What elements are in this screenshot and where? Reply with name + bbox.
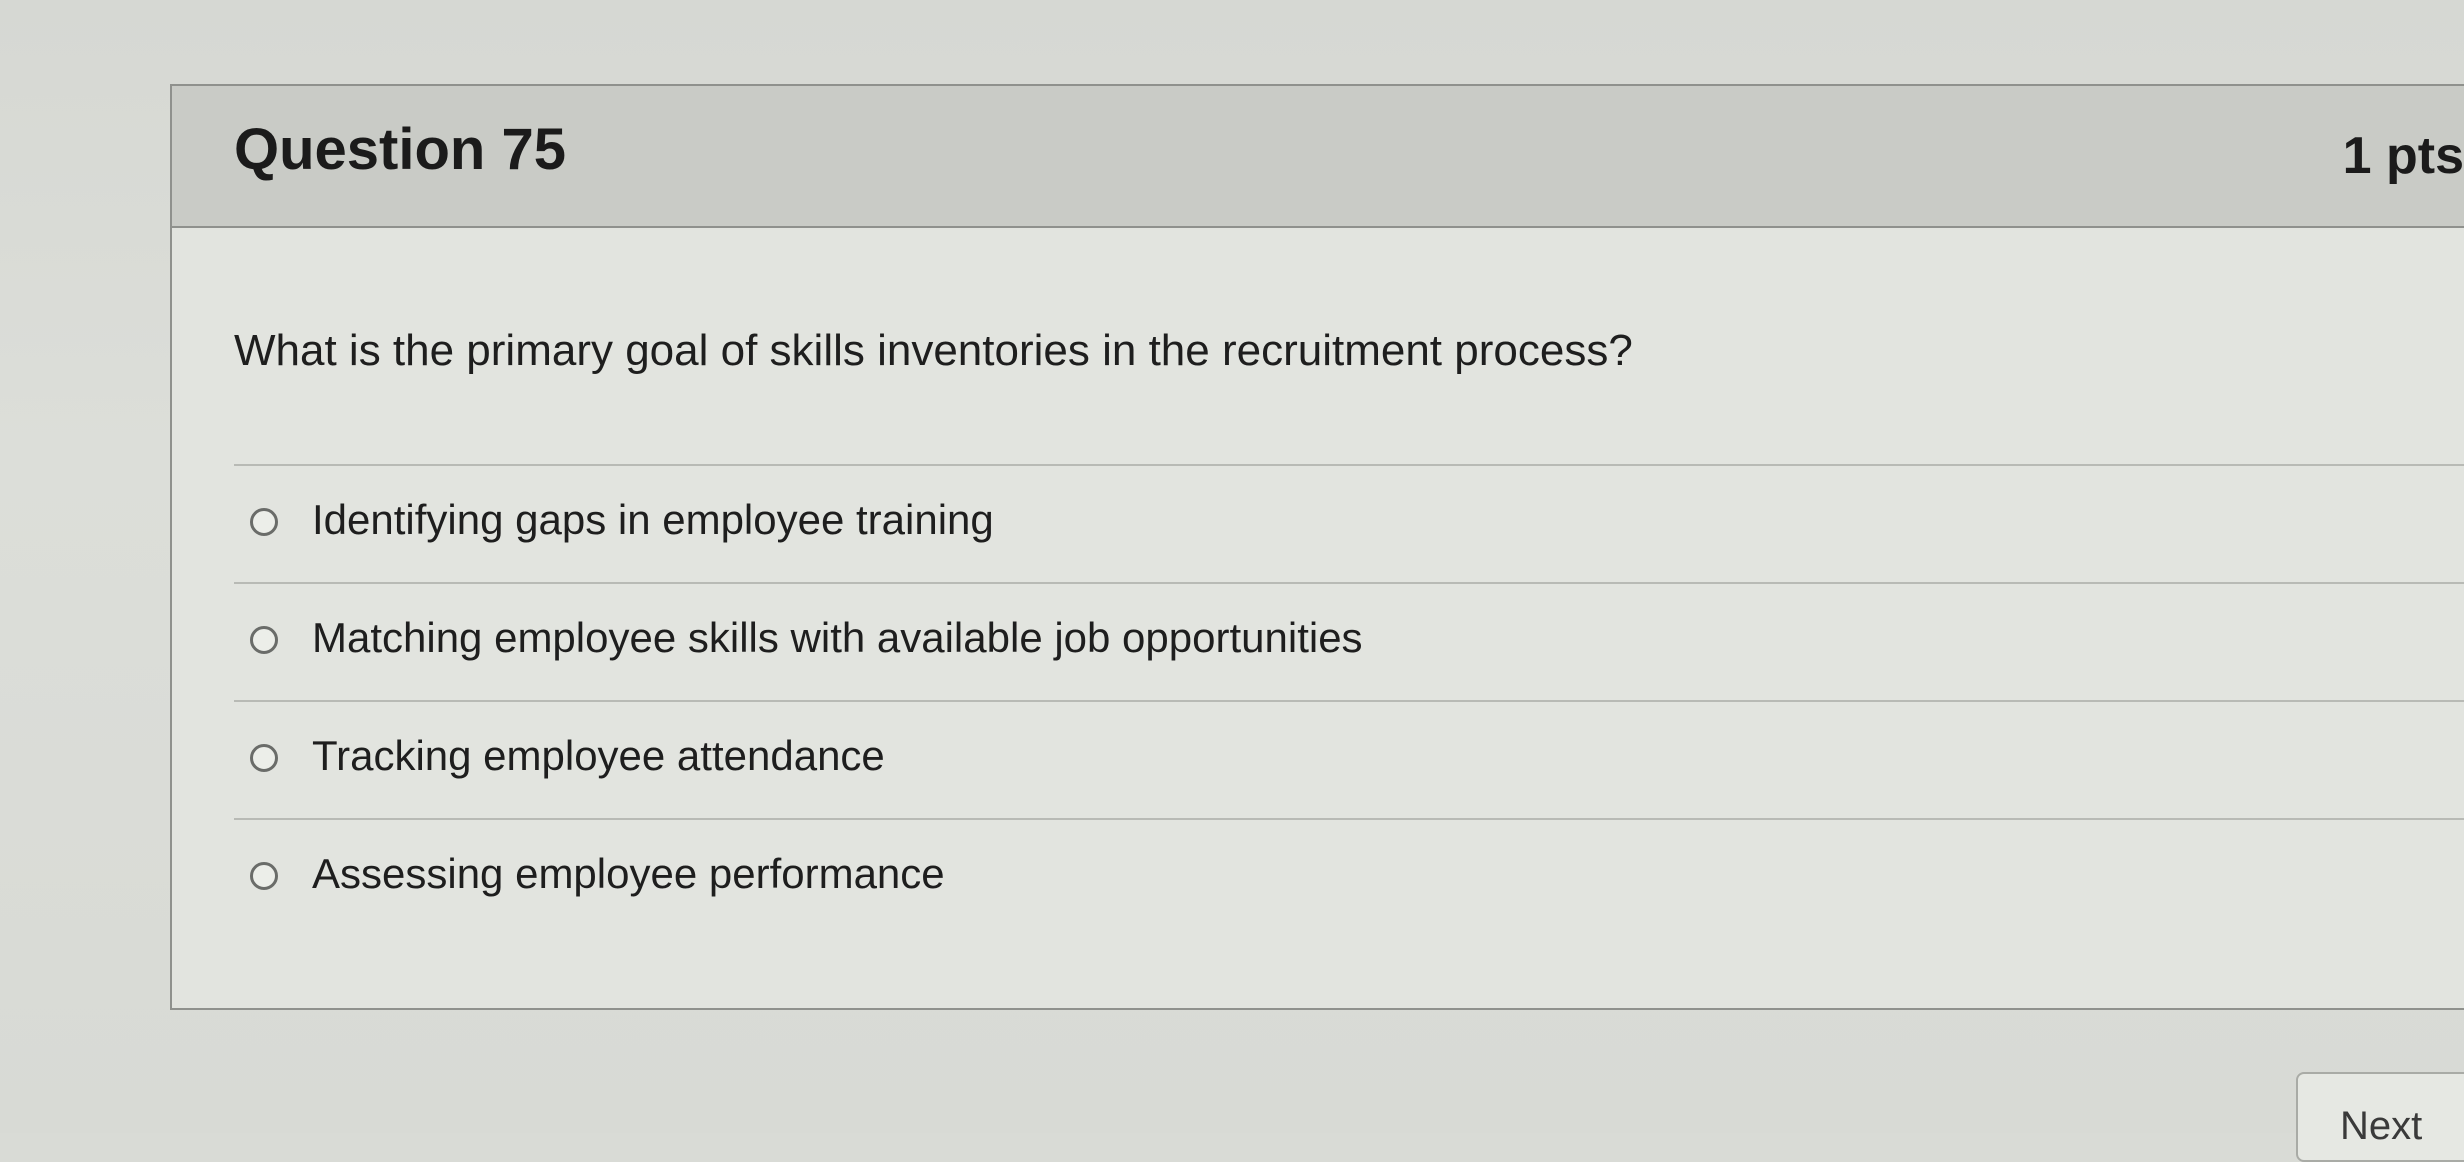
question-header: Question 75 1 pts [172,86,2464,228]
answer-label[interactable]: Tracking employee attendance [312,732,885,780]
answer-label[interactable]: Matching employee skills with available … [312,614,1363,662]
answer-option[interactable]: Identifying gaps in employee training [234,464,2464,582]
question-title: Question 75 [234,117,566,182]
radio-button[interactable] [250,626,278,654]
next-button[interactable]: Next [2296,1072,2464,1162]
next-button-label: Next [2340,1104,2423,1148]
question-card: Question 75 1 pts What is the primary go… [170,84,2464,1010]
radio-button[interactable] [250,862,278,890]
answer-label[interactable]: Assessing employee performance [312,850,945,898]
answer-list: Identifying gaps in employee training Ma… [234,464,2464,936]
question-points: 1 pts [2342,127,2464,185]
radio-button[interactable] [250,744,278,772]
question-text: What is the primary goal of skills inven… [234,326,1633,375]
radio-button[interactable] [250,508,278,536]
answer-option[interactable]: Assessing employee performance [234,818,2464,936]
answer-option[interactable]: Tracking employee attendance [234,700,2464,818]
quiz-page: Question 75 1 pts What is the primary go… [0,0,2464,1162]
answer-label[interactable]: Identifying gaps in employee training [312,496,994,544]
answer-option[interactable]: Matching employee skills with available … [234,582,2464,700]
